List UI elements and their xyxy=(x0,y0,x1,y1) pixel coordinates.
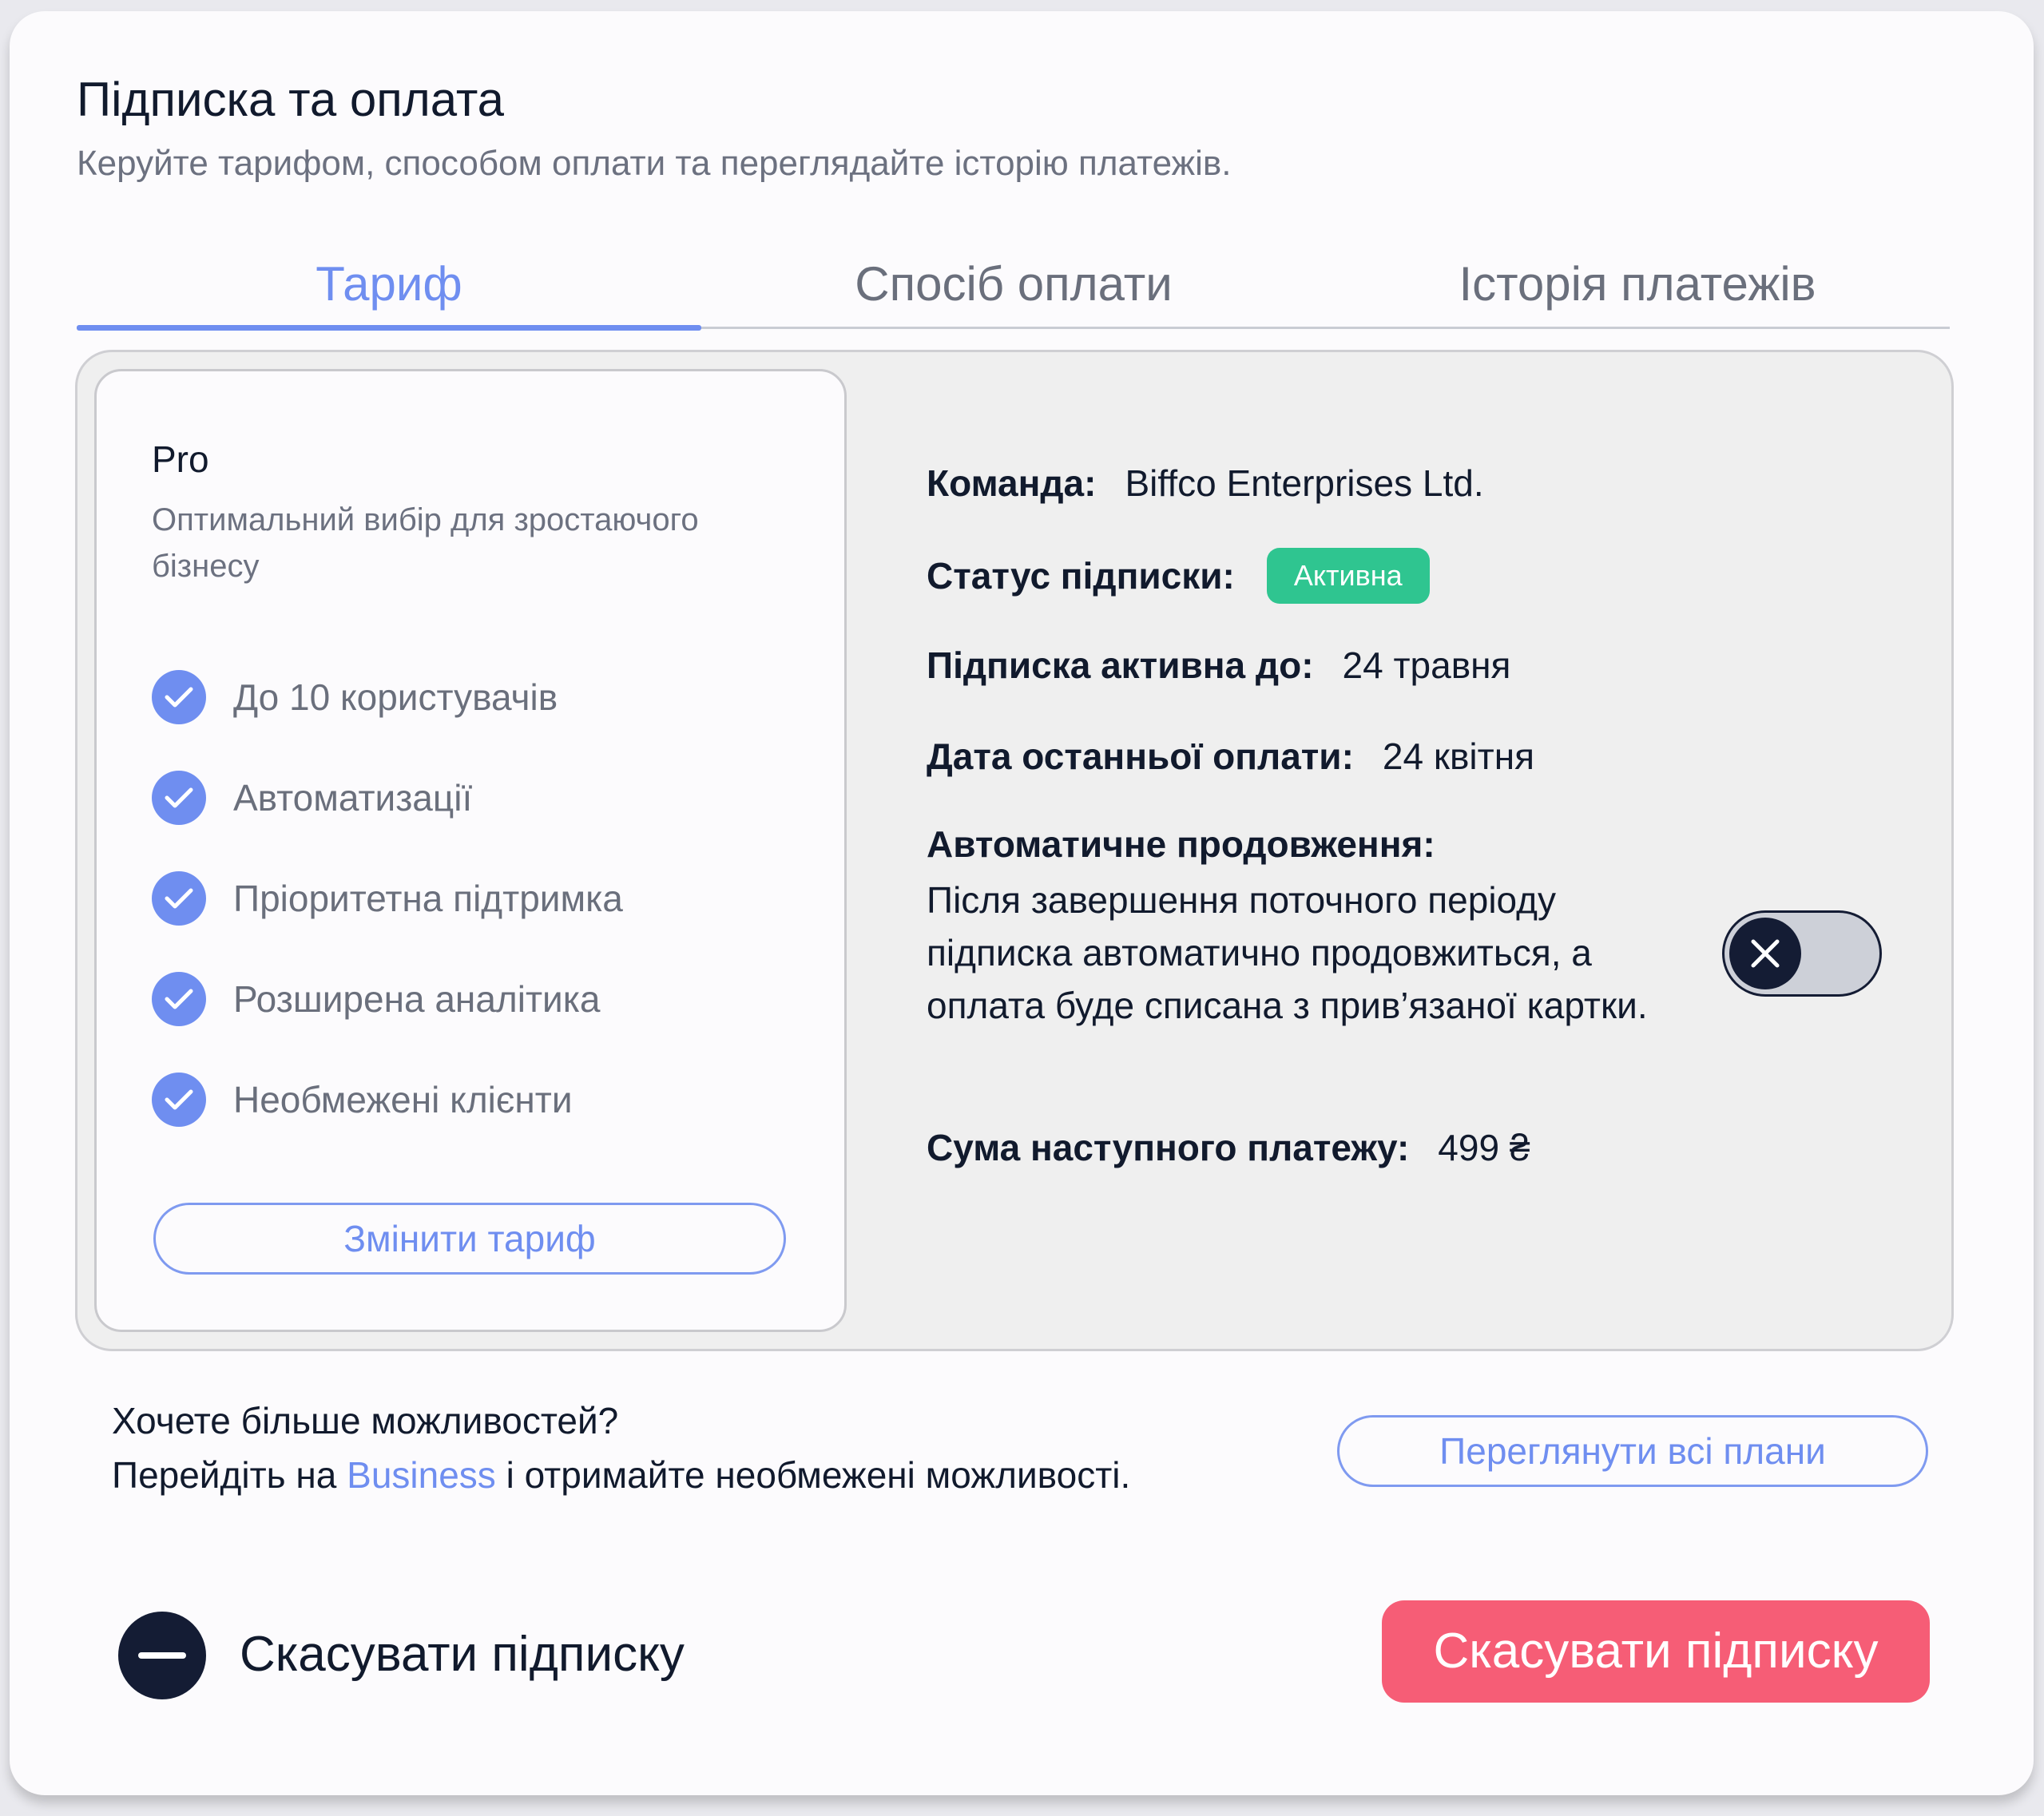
feature-item: До 10 користувачів xyxy=(152,669,558,725)
page-title: Підписка та оплата xyxy=(77,73,505,126)
page-subtitle: Керуйте тарифом, способом оплати та пере… xyxy=(77,144,1232,183)
feature-item: Пріоритетна підтримка xyxy=(152,870,623,926)
upsell-prefix: Перейдіть на xyxy=(112,1454,337,1496)
feature-label: Розширена аналітика xyxy=(233,978,601,1020)
check-circle-icon xyxy=(152,871,206,926)
feature-item: Необмежені клієнти xyxy=(152,1072,573,1128)
team-label: Команда: xyxy=(927,462,1097,504)
tab-bar: Тариф Спосіб оплати Історія платежів xyxy=(77,240,1950,331)
check-circle-icon xyxy=(152,1073,206,1127)
close-icon xyxy=(1729,918,1801,989)
next-amount-label: Сума наступного платежу: xyxy=(927,1127,1410,1168)
feature-label: Автоматизації xyxy=(233,777,473,819)
last-payment-row: Дата останньої оплати: 24 квітня xyxy=(927,735,1534,778)
last-payment-value: 24 квітня xyxy=(1382,736,1535,777)
view-all-plans-button[interactable]: Переглянути всі плани xyxy=(1337,1415,1928,1487)
active-until-value: 24 травня xyxy=(1342,644,1511,686)
check-circle-icon xyxy=(152,670,206,724)
upsell-text: Перейдіть на Business і отримайте необме… xyxy=(112,1453,1130,1497)
auto-renew-toggle[interactable] xyxy=(1722,910,1882,997)
plan-name: Pro xyxy=(152,438,209,480)
active-until-label: Підписка активна до: xyxy=(927,644,1314,686)
plan-description: Оптимальний вибір для зростаючого бізнес… xyxy=(152,502,699,584)
auto-renew-description: Після завершення поточного періоду підпи… xyxy=(927,879,1648,1026)
feature-label: До 10 користувачів xyxy=(233,676,558,718)
tab-payment-history[interactable]: Історія платежів xyxy=(1325,240,1950,329)
upsell-suffix: і отримайте необмежені можливості. xyxy=(506,1454,1131,1496)
feature-item: Автоматизації xyxy=(152,770,472,826)
team-row: Команда: Biffco Enterprises Ltd. xyxy=(927,462,1484,505)
check-circle-icon xyxy=(152,771,206,825)
check-circle-icon xyxy=(152,972,206,1026)
auto-renew-title: Автоматичне продовження: xyxy=(927,823,1435,865)
cancel-subscription-link[interactable]: Скасувати підписку xyxy=(240,1626,685,1683)
next-amount-row: Сума наступного платежу: 499 ₴ xyxy=(927,1126,1530,1169)
cancel-subscription-button[interactable]: Скасувати підписку xyxy=(1382,1600,1930,1703)
status-label: Статус підписки: xyxy=(927,555,1235,597)
change-plan-button[interactable]: Змінити тариф xyxy=(153,1203,786,1275)
last-payment-label: Дата останньої оплати: xyxy=(927,736,1354,777)
status-badge: Активна xyxy=(1266,548,1430,604)
next-amount-value: 499 ₴ xyxy=(1438,1127,1530,1168)
feature-label: Пріоритетна підтримка xyxy=(233,878,623,919)
business-plan-link[interactable]: Business xyxy=(347,1454,496,1496)
active-tab-indicator xyxy=(77,325,701,331)
tab-plan[interactable]: Тариф xyxy=(77,240,701,329)
active-until-row: Підписка активна до: 24 травня xyxy=(927,644,1510,687)
feature-item: Розширена аналітика xyxy=(152,971,600,1027)
team-value: Biffco Enterprises Ltd. xyxy=(1125,462,1484,504)
minus-bar xyxy=(138,1652,186,1659)
upsell-heading: Хочете більше можливостей? xyxy=(112,1400,619,1441)
minus-circle-icon[interactable] xyxy=(118,1612,206,1699)
status-row: Статус підписки: Активна xyxy=(927,548,1430,604)
feature-label: Необмежені клієнти xyxy=(233,1079,573,1120)
tab-payment-method[interactable]: Спосіб оплати xyxy=(701,240,1326,329)
